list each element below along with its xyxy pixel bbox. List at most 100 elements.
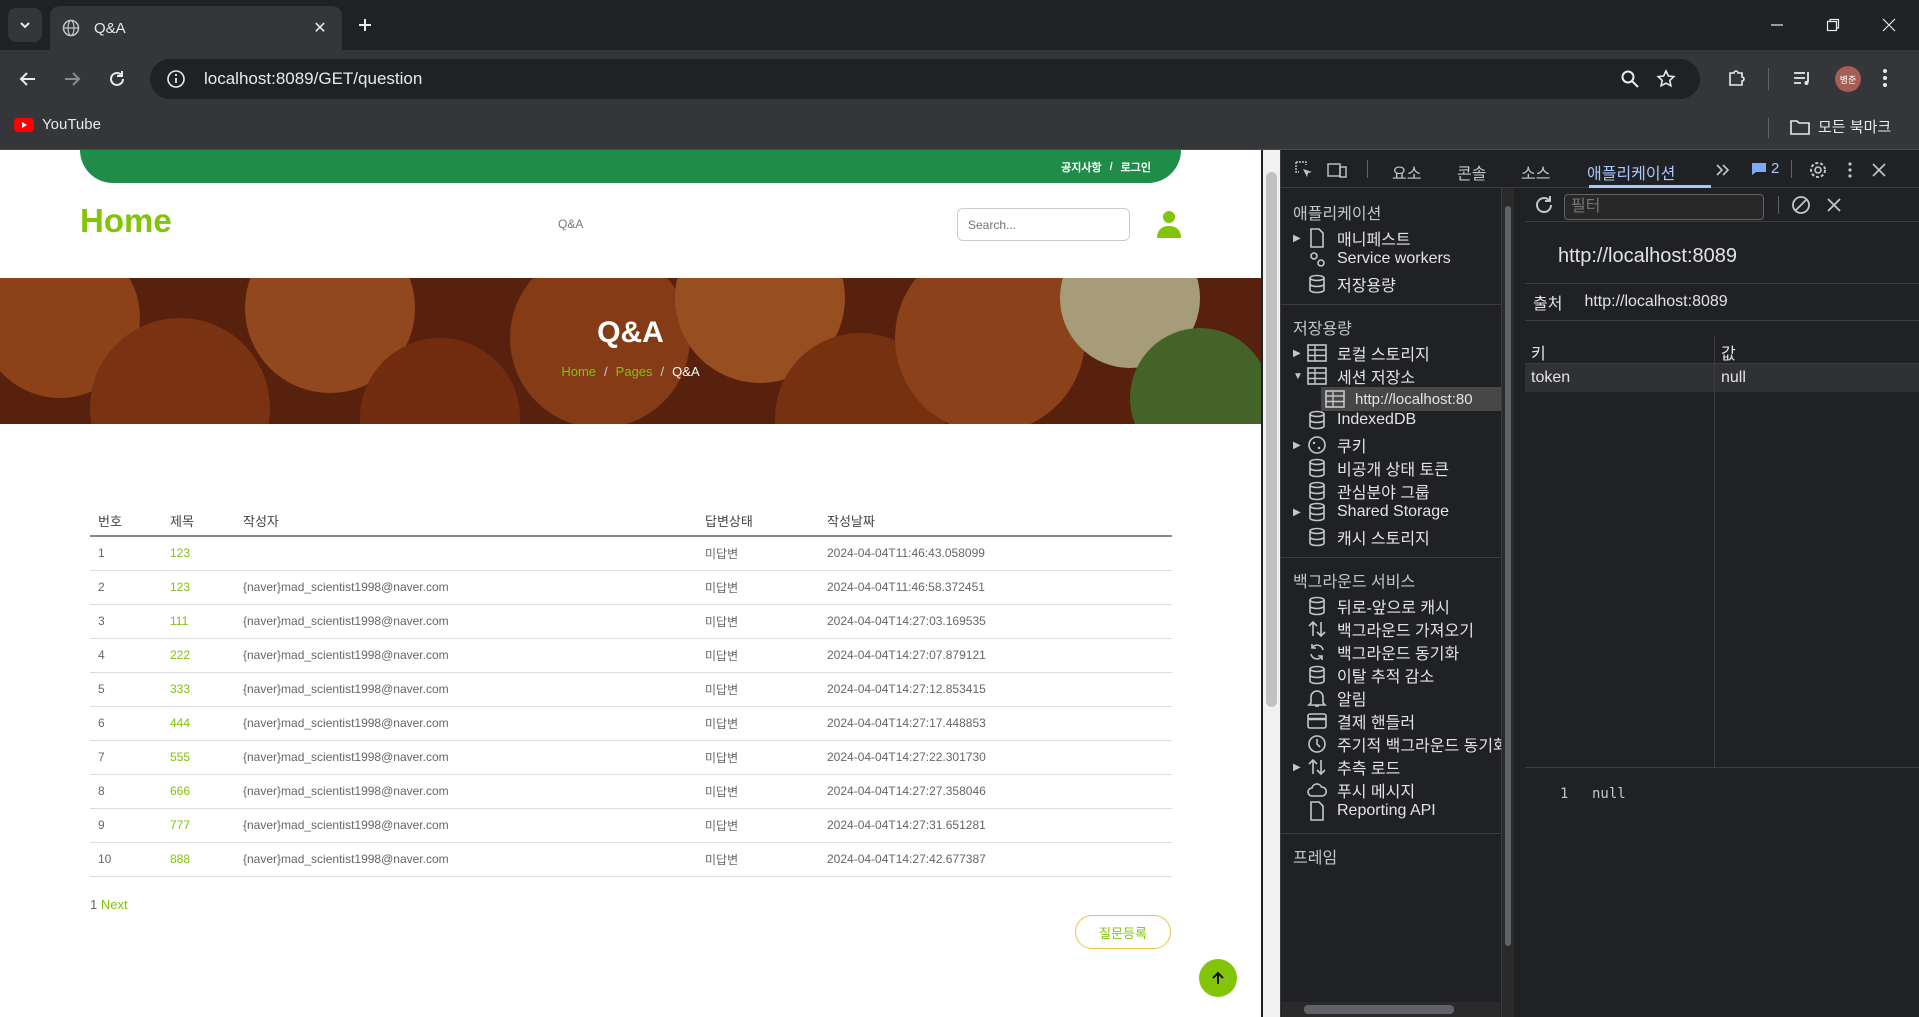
- browser-menu-button[interactable]: [1873, 66, 1897, 90]
- media-control-button[interactable]: [1790, 66, 1814, 90]
- sidebar-item-reporting-api[interactable]: Reporting API: [1293, 801, 1436, 821]
- sidebar-item-indexeddb[interactable]: IndexedDB: [1293, 410, 1416, 430]
- sidebar-item-private-state-tokens[interactable]: 비공개 상태 토큰: [1293, 456, 1449, 480]
- more-tabs-button[interactable]: [1713, 160, 1733, 180]
- page-scrollbar[interactable]: [1263, 150, 1280, 1017]
- sidebar-item-local-storage[interactable]: ▶ 로컬 스토리지: [1293, 341, 1430, 365]
- close-devtools-button[interactable]: [1869, 160, 1889, 180]
- sidebar-horizontal-scrollbar[interactable]: [1282, 1002, 1500, 1017]
- sidebar-item-notifications[interactable]: 알림: [1293, 686, 1366, 710]
- all-bookmarks-button[interactable]: 모든 북마크: [1790, 116, 1891, 137]
- table-row[interactable]: 9 777 {naver}mad_scientist1998@naver.com 미답…: [90, 808, 1172, 843]
- forward-button[interactable]: [58, 65, 86, 93]
- tab-elements[interactable]: 요소: [1392, 160, 1421, 184]
- sidebar-scrollbar-thumb[interactable]: [1505, 206, 1511, 946]
- kv-key[interactable]: token: [1531, 369, 1570, 387]
- site-logo-title[interactable]: Home: [80, 202, 172, 240]
- table-row[interactable]: 4 222 {naver}mad_scientist1998@naver.com 미답…: [90, 638, 1172, 673]
- bookmark-star-icon[interactable]: [1656, 69, 1676, 89]
- sidebar-item-cache-storage[interactable]: 캐시 스토리지: [1293, 525, 1430, 549]
- nav-qa-link[interactable]: Q&A: [558, 217, 583, 231]
- tab-application[interactable]: 애플리케이션: [1587, 160, 1675, 184]
- cell-title[interactable]: 444: [162, 706, 235, 741]
- extensions-button[interactable]: [1725, 66, 1749, 90]
- table-row[interactable]: 7 555 {naver}mad_scientist1998@naver.com 미답…: [90, 740, 1172, 775]
- sidebar-item-background-fetch[interactable]: 백그라운드 가져오기: [1293, 617, 1474, 641]
- reload-button[interactable]: [103, 65, 131, 93]
- browser-tab-active[interactable]: Q&A ✕: [50, 6, 342, 50]
- close-window-button[interactable]: [1869, 10, 1909, 40]
- site-search-input[interactable]: [957, 208, 1130, 241]
- filter-input[interactable]: [1564, 194, 1764, 220]
- sidebar-item-shared-storage[interactable]: ▶ Shared Storage: [1293, 502, 1449, 522]
- expand-arrow-icon[interactable]: ▶: [1293, 440, 1307, 451]
- table-row[interactable]: 10 888 {naver}mad_scientist1998@naver.com 미…: [90, 842, 1172, 877]
- sidebar-item-service-workers[interactable]: Service workers: [1293, 249, 1451, 269]
- clear-all-button[interactable]: [1790, 194, 1812, 216]
- back-to-top-button[interactable]: [1199, 959, 1237, 997]
- collapse-arrow-icon[interactable]: ▼: [1293, 371, 1307, 382]
- table-row[interactable]: 6 444 {naver}mad_scientist1998@naver.com 미답…: [90, 706, 1172, 741]
- user-icon[interactable]: [1157, 210, 1181, 238]
- tab-search-button[interactable]: [8, 8, 42, 42]
- sidebar-item-background-sync[interactable]: 백그라운드 동기화: [1293, 640, 1459, 664]
- inspect-element-button[interactable]: [1294, 160, 1314, 180]
- sidebar-item-manifest[interactable]: ▶ 매니페스트: [1293, 226, 1411, 250]
- table-row[interactable]: 1 123 미답변 2024-04-04T11:46:43.058099: [90, 536, 1172, 571]
- url-text[interactable]: localhost:8089/GET/question: [204, 69, 422, 89]
- zoom-icon[interactable]: [1620, 69, 1640, 89]
- profile-avatar[interactable]: 병준: [1835, 66, 1861, 92]
- key-header[interactable]: 키: [1531, 340, 1546, 364]
- delete-selected-button[interactable]: [1825, 196, 1843, 214]
- next-page-link[interactable]: Next: [101, 897, 128, 912]
- kv-row-token[interactable]: token null: [1525, 364, 1919, 392]
- bookmark-youtube[interactable]: YouTube: [14, 116, 101, 133]
- new-tab-button[interactable]: [352, 12, 378, 38]
- minimize-button[interactable]: [1757, 10, 1797, 40]
- cell-title[interactable]: 123: [162, 570, 235, 605]
- tab-console[interactable]: 콘솔: [1457, 160, 1486, 184]
- sidebar-item-bfcache[interactable]: 뒤로-앞으로 캐시: [1293, 594, 1450, 618]
- sidebar-item-payment-handler[interactable]: 결제 핸들러: [1293, 709, 1415, 733]
- kv-value[interactable]: null: [1721, 369, 1746, 387]
- devtools-settings-button[interactable]: [1808, 160, 1828, 180]
- sidebar-item-storage[interactable]: 저장용량: [1293, 272, 1396, 296]
- refresh-button[interactable]: [1533, 194, 1555, 216]
- sidebar-item-periodic-sync[interactable]: 주기적 백그라운드 동기화: [1293, 732, 1501, 756]
- cell-title[interactable]: 777: [162, 808, 235, 843]
- devtools-menu-button[interactable]: [1840, 160, 1860, 180]
- sidebar-item-bounce-tracking[interactable]: 이탈 추적 감소: [1293, 663, 1434, 687]
- cell-title[interactable]: 333: [162, 672, 235, 707]
- table-row[interactable]: 8 666 {naver}mad_scientist1998@naver.com 미답…: [90, 774, 1172, 809]
- cell-title[interactable]: 888: [162, 842, 235, 877]
- page-number[interactable]: 1: [90, 897, 97, 912]
- table-row[interactable]: 5 333 {naver}mad_scientist1998@naver.com 미답…: [90, 672, 1172, 707]
- expand-arrow-icon[interactable]: ▶: [1293, 233, 1307, 244]
- sidebar-item-speculative-loads[interactable]: ▶ 추측 로드: [1293, 755, 1400, 779]
- cell-title[interactable]: 111: [162, 604, 235, 639]
- device-toolbar-button[interactable]: [1327, 160, 1347, 180]
- cell-title[interactable]: 555: [162, 740, 235, 775]
- breadcrumb-home[interactable]: Home: [561, 364, 596, 379]
- login-link[interactable]: 로그인: [1121, 159, 1151, 175]
- expand-arrow-icon[interactable]: ▶: [1293, 762, 1307, 773]
- cell-title[interactable]: 222: [162, 638, 235, 673]
- expand-arrow-icon[interactable]: ▶: [1293, 507, 1307, 518]
- sidebar-scrollbar[interactable]: [1502, 188, 1514, 1017]
- cell-title[interactable]: 123: [162, 536, 235, 571]
- register-question-button[interactable]: 질문등록: [1075, 915, 1171, 949]
- value-header[interactable]: 값: [1721, 340, 1736, 364]
- table-row[interactable]: 2 123 {naver}mad_scientist1998@naver.com 미답…: [90, 570, 1172, 605]
- close-tab-icon[interactable]: ✕: [310, 18, 330, 38]
- horizontal-scrollbar-thumb[interactable]: [1304, 1005, 1454, 1014]
- back-button[interactable]: [14, 65, 42, 93]
- page-scrollbar-thumb[interactable]: [1266, 172, 1277, 707]
- table-row[interactable]: 3 111 {naver}mad_scientist1998@naver.com 미답…: [90, 604, 1172, 639]
- issues-button[interactable]: 2: [1751, 160, 1779, 177]
- cell-title[interactable]: 666: [162, 774, 235, 809]
- restore-button[interactable]: [1813, 10, 1853, 40]
- sidebar-item-session-storage[interactable]: ▼ 세션 저장소: [1293, 364, 1415, 388]
- sidebar-item-cookies[interactable]: ▶ 쿠키: [1293, 433, 1366, 457]
- notice-link[interactable]: 공지사항: [1061, 159, 1101, 175]
- tab-sources[interactable]: 소스: [1521, 160, 1550, 184]
